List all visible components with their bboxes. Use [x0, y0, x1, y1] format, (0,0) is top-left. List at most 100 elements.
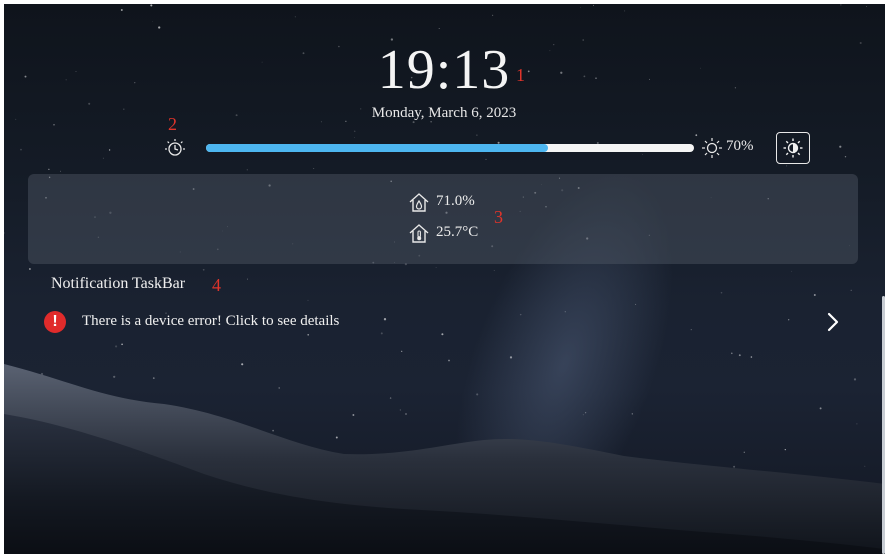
star [859, 41, 862, 45]
star [791, 270, 793, 272]
star [405, 413, 407, 415]
star [307, 299, 309, 301]
star [152, 377, 155, 379]
star [352, 414, 355, 416]
star [53, 123, 55, 126]
star [700, 67, 701, 69]
clock-date: Monday, March 6, 2023 [371, 105, 517, 121]
annotation-1: 1 [516, 65, 525, 85]
star [582, 414, 584, 416]
star [738, 354, 741, 357]
brightness-slider[interactable] [206, 144, 694, 152]
star [595, 77, 597, 79]
star [864, 465, 866, 467]
star [492, 14, 494, 16]
annotation-2: 2 [168, 114, 177, 134]
star [866, 6, 867, 7]
star [593, 4, 594, 6]
star [247, 278, 248, 280]
star [202, 268, 205, 271]
star [338, 45, 340, 48]
star [59, 170, 62, 172]
auto-brightness-button[interactable] [776, 132, 810, 164]
star [241, 363, 244, 366]
scrollbar[interactable] [882, 296, 885, 554]
star [560, 71, 563, 74]
sensor-panel: 71.0% 3 25.7°C [28, 174, 858, 264]
star [435, 267, 437, 268]
star [261, 61, 263, 63]
star [448, 359, 450, 362]
exclamation-icon: ! [44, 311, 66, 333]
star [476, 393, 479, 396]
lock-screen: 19:13 1 Monday, March 6, 2023 2 70% 71.0… [4, 4, 885, 554]
star [235, 114, 238, 117]
star [731, 352, 733, 355]
star [553, 43, 555, 46]
star [549, 50, 551, 52]
notification-taskbar-title: Notification TaskBar [51, 275, 186, 292]
star [509, 356, 513, 359]
home-humidity-icon [409, 193, 429, 212]
star [493, 270, 495, 272]
star [580, 7, 581, 8]
star [720, 291, 723, 294]
star [840, 4, 842, 6]
star [48, 168, 50, 170]
star [28, 268, 31, 270]
star [24, 75, 27, 78]
star [134, 82, 136, 84]
annotation-3: 3 [494, 207, 503, 227]
notification-text: There is a device error! Click to see de… [82, 313, 340, 329]
star [649, 78, 651, 80]
star [438, 27, 440, 30]
star [113, 375, 116, 378]
notification-item[interactable]: ! There is a device error! Click to see … [40, 307, 852, 337]
star [585, 412, 587, 414]
star [88, 102, 91, 105]
star [582, 39, 584, 41]
star [853, 378, 857, 381]
star [631, 413, 633, 415]
star [75, 71, 77, 73]
star [15, 118, 17, 120]
star [389, 397, 392, 399]
star [784, 448, 786, 451]
star [750, 356, 753, 358]
brightness-slider-fill [206, 144, 548, 152]
star [399, 409, 402, 411]
brightness-contrast-icon [783, 138, 803, 158]
star [813, 293, 816, 297]
brightness-control: 2 70% [4, 115, 885, 168]
brightness-value: 70% [726, 138, 754, 154]
temperature-value: 25.7°C [436, 224, 479, 240]
star [733, 465, 736, 468]
star [120, 9, 123, 11]
home-thermometer-icon [409, 224, 429, 243]
star [246, 169, 248, 171]
star [624, 10, 626, 12]
sun-icon [702, 138, 722, 158]
chevron-right-icon[interactable] [826, 311, 840, 333]
star [635, 303, 637, 305]
star [335, 436, 338, 439]
star [734, 87, 737, 89]
timer-icon[interactable] [164, 137, 186, 159]
star [294, 16, 296, 18]
star [583, 75, 586, 78]
star [272, 429, 274, 432]
annotation-4: 4 [212, 275, 221, 295]
star [819, 407, 822, 410]
star [115, 345, 118, 348]
star [278, 387, 280, 389]
clock-time: 19:13 [377, 39, 511, 101]
star [152, 21, 153, 22]
star [856, 423, 858, 425]
star [850, 289, 852, 291]
star [158, 26, 161, 29]
star [4, 232, 5, 234]
star [401, 350, 403, 352]
star [302, 52, 305, 55]
star [313, 168, 315, 169]
star [743, 451, 745, 453]
